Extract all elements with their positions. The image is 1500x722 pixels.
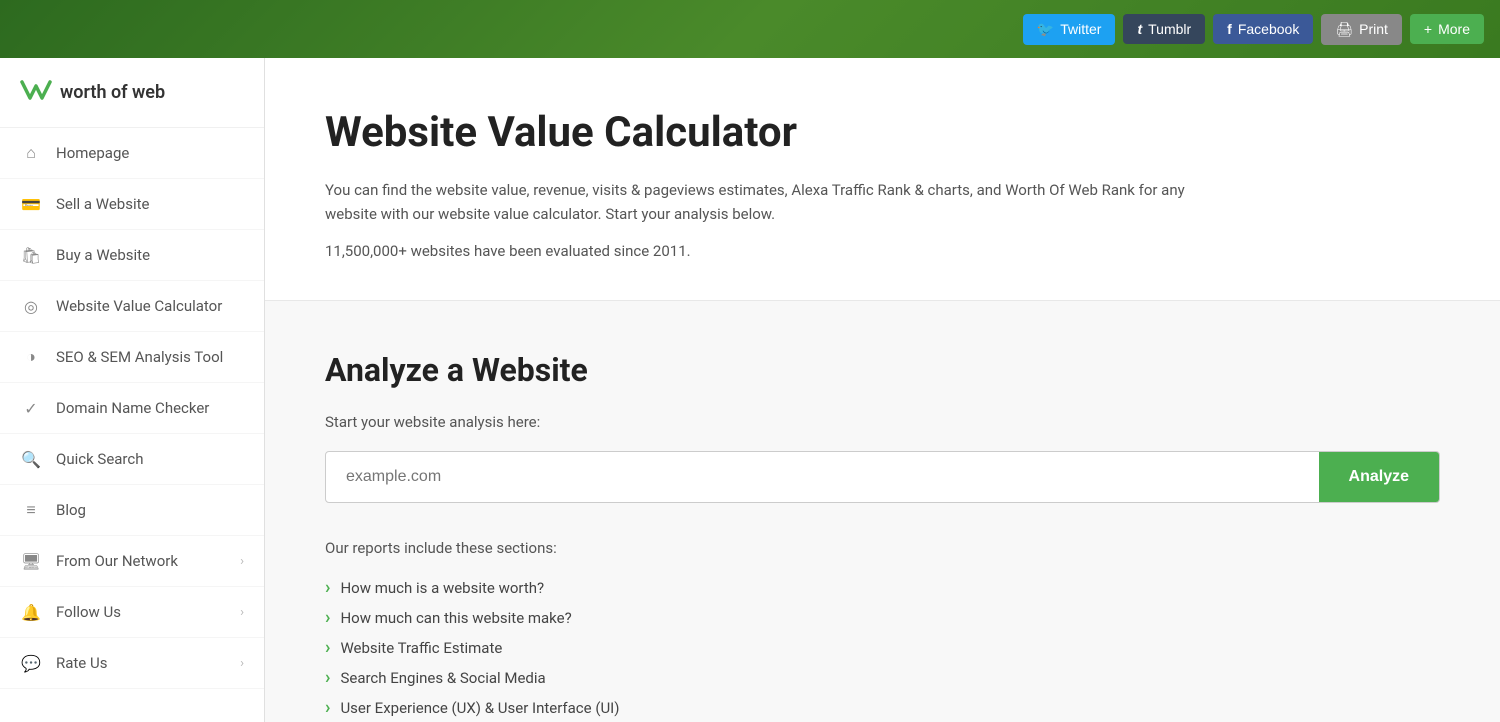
search-icon: 🔍 [20, 448, 42, 470]
sidebar-item-network[interactable]: 🖥 From Our Network › [0, 536, 264, 587]
home-icon: ⌂ [20, 142, 42, 164]
report-list: How much is a website worth? How much ca… [325, 573, 1440, 722]
url-input[interactable] [326, 452, 1319, 502]
reports-label: Our reports include these sections: [325, 539, 1440, 557]
hero-section: Website Value Calculator You can find th… [265, 58, 1500, 301]
twitter-button[interactable]: 🐦 Twitter [1023, 14, 1116, 45]
facebook-icon: f [1227, 21, 1232, 37]
list-item: Search Engines & Social Media [325, 663, 1440, 693]
hero-description: You can find the website value, revenue,… [325, 178, 1225, 226]
calculator-icon: ◎ [20, 295, 42, 317]
buy-icon: 🛍 [20, 244, 42, 266]
sidebar-item-quicksearch[interactable]: 🔍 Quick Search [0, 434, 264, 485]
sidebar: worth of web ⌂ Homepage 💳 Sell a Website… [0, 58, 265, 722]
sidebar-item-domain[interactable]: ✓ Domain Name Checker [0, 383, 264, 434]
url-search-row: Analyze [325, 451, 1440, 503]
analyzer-section: Analyze a Website Start your website ana… [265, 301, 1500, 722]
blog-icon: ≡ [20, 499, 42, 521]
sidebar-item-seo[interactable]: ◑ SEO & SEM Analysis Tool [0, 332, 264, 383]
main-content: Website Value Calculator You can find th… [265, 58, 1500, 722]
logo: worth of web [0, 58, 264, 128]
chevron-right-icon: › [240, 554, 244, 569]
logo-text: worth of web [60, 82, 165, 103]
sidebar-item-follow[interactable]: 🔔 Follow Us › [0, 587, 264, 638]
print-icon: 🖨 [1335, 21, 1353, 38]
network-icon: 🖥 [20, 550, 42, 572]
bell-icon: 🔔 [20, 601, 42, 623]
tumblr-button[interactable]: t Tumblr [1123, 14, 1205, 44]
page-title: Website Value Calculator [325, 108, 1440, 158]
logo-icon [20, 76, 52, 109]
analyze-button[interactable]: Analyze [1319, 452, 1439, 502]
analyzer-subtitle: Start your website analysis here: [325, 413, 1440, 431]
seo-icon: ◑ [20, 346, 42, 368]
facebook-button[interactable]: f Facebook [1213, 14, 1313, 44]
sidebar-item-rate[interactable]: 💬 Rate Us › [0, 638, 264, 689]
hero-stats: 11,500,000+ websites have been evaluated… [325, 242, 1440, 260]
list-item: How much is a website worth? [325, 573, 1440, 603]
list-item: How much can this website make? [325, 603, 1440, 633]
top-bar: 🐦 Twitter t Tumblr f Facebook 🖨 Print + … [0, 0, 1500, 58]
sidebar-item-homepage[interactable]: ⌂ Homepage [0, 128, 264, 179]
chevron-right-icon: › [240, 656, 244, 671]
domain-icon: ✓ [20, 397, 42, 419]
print-button[interactable]: 🖨 Print [1321, 14, 1402, 45]
list-item: User Experience (UX) & User Interface (U… [325, 693, 1440, 722]
rate-icon: 💬 [20, 652, 42, 674]
plus-icon: + [1424, 21, 1432, 37]
sidebar-item-blog[interactable]: ≡ Blog [0, 485, 264, 536]
layout: worth of web ⌂ Homepage 💳 Sell a Website… [0, 58, 1500, 722]
sidebar-item-calculator[interactable]: ◎ Website Value Calculator [0, 281, 264, 332]
twitter-icon: 🐦 [1037, 21, 1054, 38]
sell-icon: 💳 [20, 193, 42, 215]
analyzer-title: Analyze a Website [325, 351, 1440, 389]
tumblr-icon: t [1137, 21, 1142, 37]
list-item: Website Traffic Estimate [325, 633, 1440, 663]
sidebar-item-buy[interactable]: 🛍 Buy a Website [0, 230, 264, 281]
more-button[interactable]: + More [1410, 14, 1484, 44]
sidebar-item-sell[interactable]: 💳 Sell a Website [0, 179, 264, 230]
chevron-right-icon: › [240, 605, 244, 620]
